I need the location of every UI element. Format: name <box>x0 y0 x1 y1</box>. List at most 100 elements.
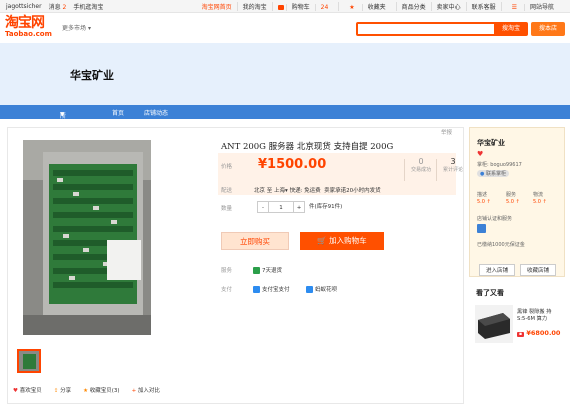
recommend-header: 看了又看 <box>476 289 504 297</box>
taobao-logo[interactable]: 淘宝网 Taobao.com <box>5 16 53 40</box>
seven-day-icon <box>253 267 260 274</box>
score-value: 5.0 <box>533 199 541 205</box>
score-value: 5.0 <box>477 199 485 205</box>
ship-fee: 快递: 免运费 <box>289 188 321 194</box>
product-actions: ♥ 喜欢宝贝 ⇪ 分享 ★ 收藏宝贝(3) + 加入对比 <box>13 386 160 394</box>
return-service-label: 7天退货 <box>262 268 282 274</box>
contact-seller-label: 联系掌柜 <box>485 171 506 177</box>
add-to-cart-button[interactable]: 🛒 加入购物车 <box>300 232 384 250</box>
compare-button[interactable]: + 加入对比 <box>132 386 160 394</box>
cart-icon <box>277 5 284 10</box>
plus-icon: + <box>131 388 137 394</box>
divider <box>404 159 405 181</box>
caret-down-icon: ▼ <box>60 111 65 118</box>
shop-banner: 华宝矿业 <box>0 43 570 105</box>
collect-item-button[interactable]: ★ 收藏宝贝(3) <box>83 386 119 394</box>
ship-promise: 卖家承诺20小时内发货 <box>324 188 381 194</box>
qty-label: 数量 <box>221 206 233 212</box>
share-label: 分享 <box>60 388 72 394</box>
ship-to-select[interactable]: 上海 <box>274 188 285 194</box>
alipay-icon <box>253 286 260 293</box>
site-nav-link[interactable]: ☰ 网站导航 <box>500 2 564 11</box>
chevron-down-icon: ▾ <box>285 188 288 194</box>
qty-input[interactable]: 1 <box>269 201 293 213</box>
service-row: 服务 7天退货 <box>221 266 282 274</box>
alipay-label: 支付宝支付 <box>262 287 290 293</box>
username-link[interactable]: jagottsicher <box>6 3 42 10</box>
report-link[interactable]: 举报 <box>441 128 452 136</box>
buy-now-button[interactable]: 立即购买 <box>221 232 289 250</box>
product-main-image[interactable] <box>23 140 151 335</box>
messages-count: 2 <box>62 4 67 11</box>
nav-home[interactable]: 首页 <box>112 108 124 117</box>
taobao-home-link[interactable]: 淘宝网首页 <box>197 2 237 11</box>
heart-icon: ♥ <box>13 388 18 394</box>
cart-count: 24 <box>314 4 334 11</box>
messages-link[interactable]: 消息 2 <box>49 2 67 11</box>
alipay-option[interactable]: 支付宝支付 <box>253 285 290 293</box>
cart-label: 购物车 <box>285 4 315 11</box>
qty-minus-button[interactable]: - <box>257 201 269 213</box>
customer-service-link[interactable]: 联系客服 <box>465 2 501 11</box>
score-logistics-label: 物流 <box>533 192 544 198</box>
shop-card: 华宝矿业 ♥ 掌柜: boguo99617 ● 联系掌柜 描述 服务 物流 5.… <box>469 127 565 277</box>
enter-shop-button[interactable]: 进入店铺 <box>479 264 515 276</box>
return-service[interactable]: 7天退货 <box>253 266 282 274</box>
categories-link[interactable]: 商品分类 <box>395 2 431 11</box>
mobile-taobao-link[interactable]: 手机逛淘宝 <box>73 2 103 11</box>
seller-id[interactable]: boguo99617 <box>490 162 522 168</box>
star-icon: ★ <box>349 4 355 11</box>
favorites-link[interactable]: ★ 收藏夹 <box>338 2 395 11</box>
quantity-row: 数量 - 1 + 件(库存91件) <box>221 201 342 213</box>
deals-label: 交易成功 <box>410 167 431 173</box>
cert-label: 店铺认证和服务 <box>477 216 513 222</box>
shop-name[interactable]: 华宝矿业 <box>477 138 505 148</box>
huabei-label: 蚂蚁花呗 <box>315 287 338 293</box>
huabei-icon <box>306 286 313 293</box>
payment-row: 支付 支付宝支付 蚂蚁花呗 <box>221 285 337 293</box>
shop-name-banner[interactable]: 华宝矿业 <box>70 67 114 83</box>
menu-icon: ☰ <box>511 4 518 11</box>
score-describe-label: 描述 <box>477 192 488 198</box>
logo-subtext: Taobao.com <box>5 30 52 38</box>
recommend-image[interactable] <box>475 305 513 343</box>
reviews-stat[interactable]: 3 累计评论 <box>438 157 468 173</box>
huabei-option[interactable]: 蚂蚁花呗 <box>306 285 337 293</box>
contact-seller-button[interactable]: ● 联系掌柜 <box>477 170 509 177</box>
favorites-label: 收藏夹 <box>361 4 391 11</box>
search-input[interactable] <box>356 22 502 36</box>
favorite-shop-button[interactable]: 收藏店铺 <box>520 264 556 276</box>
star-icon: ★ <box>83 388 89 394</box>
recommend-price-value: ¥6800.00 <box>526 329 561 337</box>
search-taobao-button[interactable]: 搜淘宝 <box>494 22 528 36</box>
cert-badge-icon[interactable] <box>477 224 486 233</box>
score-logistics-value: 5.0 ↑ <box>533 199 547 205</box>
share-button[interactable]: ⇪ 分享 <box>54 386 71 394</box>
seller-center-link[interactable]: 卖家中心 <box>430 2 466 11</box>
promo-badge: ▪ <box>517 332 525 337</box>
my-taobao-link[interactable]: 我的淘宝 <box>236 2 272 11</box>
like-item-button[interactable]: ♥ 喜欢宝贝 <box>13 386 42 394</box>
recommend-title[interactable]: 黑锋 裂隙搬 持 S:5-6M 算力 <box>517 309 563 323</box>
site-header: 淘宝网 Taobao.com 更多市场 ▾ 搜淘宝 搜本店 <box>0 13 570 43</box>
messages-label: 消息 <box>48 4 61 11</box>
collect-item-label: 收藏宝贝(3) <box>89 388 120 394</box>
chat-icon: ● <box>480 171 485 177</box>
shipping-label: 配送 <box>221 188 233 194</box>
add-to-cart-label: 加入购物车 <box>329 236 367 245</box>
service-label: 服务 <box>221 268 233 274</box>
qty-plus-button[interactable]: + <box>293 201 305 213</box>
cart-link[interactable]: 购物车 24 <box>271 2 339 11</box>
search-shop-button[interactable]: 搜本店 <box>531 22 565 36</box>
nav-shop-news[interactable]: 店铺动态 <box>144 108 168 117</box>
seller-row: 掌柜: boguo99617 <box>477 161 522 168</box>
more-markets-label: 更多市场 <box>62 25 87 32</box>
stock-text: 件(库存91件) <box>309 204 343 210</box>
more-markets-dropdown[interactable]: 更多市场 ▾ <box>62 23 91 32</box>
ship-from: 北京 <box>254 188 266 194</box>
product-panel: 举报 ANT 200G 服务器 北京现货 支持自提 200G 价格 ¥1500.… <box>7 127 464 404</box>
logo-text: 淘宝网 <box>5 15 45 31</box>
deals-stat: 0 交易成功 <box>406 157 436 173</box>
product-thumbnail[interactable] <box>17 349 41 373</box>
heart-icon: ♥ <box>477 150 484 158</box>
